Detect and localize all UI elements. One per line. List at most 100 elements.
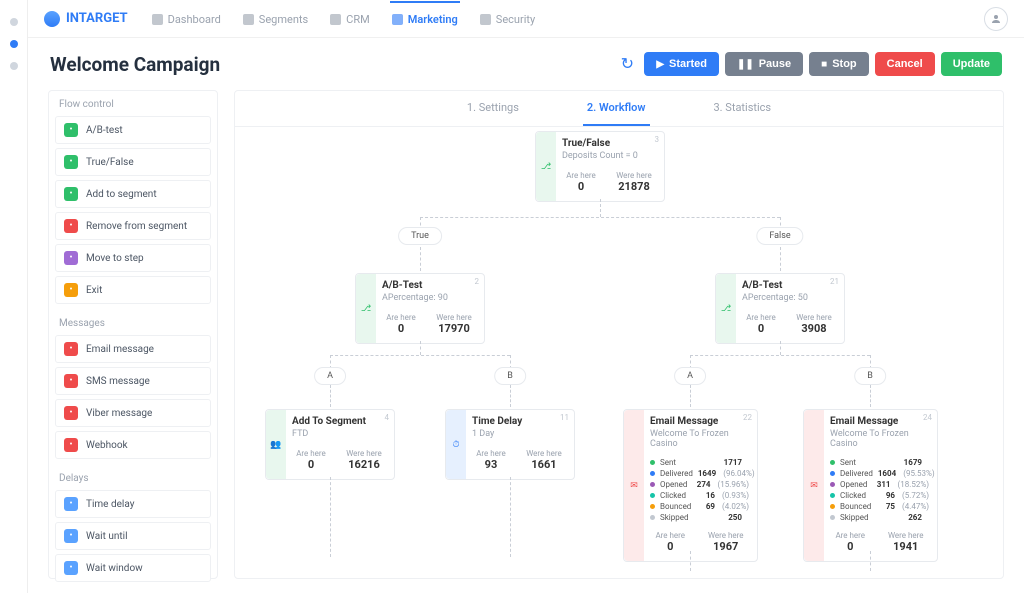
pause-button[interactable]: ❚❚Pause — [725, 52, 803, 76]
metric-dot-icon — [650, 515, 655, 520]
node-email_b[interactable]: ✉24Email MessageWelcome To Frozen Casino… — [803, 409, 938, 562]
tool-waitwindow[interactable]: •Wait window — [55, 554, 211, 582]
stat-value: 17970 — [436, 322, 472, 335]
logo[interactable]: INTARGET — [44, 11, 128, 27]
security-icon — [480, 14, 491, 25]
metric-name: Sent — [840, 458, 856, 467]
stat-value: 0 — [386, 322, 416, 335]
nav-item-marketing[interactable]: Marketing — [390, 1, 460, 36]
tool-email[interactable]: •Email message — [55, 335, 211, 363]
node-delay[interactable]: ⏱11Time Delay1 DayAre here93Were here166… — [445, 409, 575, 480]
play-icon: ▶ — [656, 59, 664, 70]
page-title: Welcome Campaign — [50, 53, 220, 76]
tool-viber[interactable]: •Viber message — [55, 399, 211, 427]
tool-webhook[interactable]: • Webhook — [55, 431, 211, 459]
tool-movestep[interactable]: •Move to step — [55, 244, 211, 272]
nav-item-segments[interactable]: Segments — [241, 1, 310, 36]
metric-name: Opened — [840, 480, 867, 489]
rail-icon[interactable] — [10, 62, 18, 70]
metric-name: Skipped — [840, 513, 869, 522]
stat-value: 0 — [655, 540, 685, 553]
metric-value: 69 — [706, 502, 715, 511]
metric-name: Clicked — [660, 491, 686, 500]
stop-button[interactable]: ■Stop — [809, 52, 869, 76]
metric-row: Sent1679 — [830, 457, 929, 468]
metric-value: 75 — [886, 502, 895, 511]
waitwindow-icon: • — [64, 561, 78, 575]
metric-name: Skipped — [660, 513, 689, 522]
metric-row: Delivered1649(96.04%) — [650, 468, 749, 479]
tool-exit[interactable]: •Exit — [55, 276, 211, 304]
tab-settings[interactable]: 1. Settings — [463, 91, 523, 126]
tool-label: Webhook — [86, 440, 128, 451]
nav-item-crm[interactable]: CRM — [328, 1, 372, 36]
metric-value: 250 — [728, 513, 742, 522]
workflow-canvas[interactable]: ⎇3True/FalseDeposits Count = 0Are here0W… — [235, 127, 1003, 578]
tool-abtest[interactable]: •A/B-test — [55, 116, 211, 144]
node-strip-icon: ✉ — [624, 410, 644, 561]
node-email_a[interactable]: ✉22Email MessageWelcome To Frozen Casino… — [623, 409, 758, 562]
nav-label: Dashboard — [168, 13, 221, 26]
waituntil-icon: • — [64, 529, 78, 543]
nav-label: Security — [496, 13, 535, 26]
metric-value: 1604 — [878, 469, 896, 478]
stat-value: 0 — [746, 322, 776, 335]
metric-dot-icon — [830, 515, 835, 520]
metric-row: Opened 311 (18.52%) — [830, 479, 929, 490]
nav-item-dashboard[interactable]: Dashboard — [150, 1, 223, 36]
tool-addseg[interactable]: •Add to segment — [55, 180, 211, 208]
webhook-icon: • — [64, 438, 78, 452]
metric-name: Opened — [660, 480, 687, 489]
node-id: 2 — [475, 277, 480, 286]
metric-pct: (18.52%) — [898, 480, 929, 489]
messages-section-label: Messages — [49, 310, 217, 335]
tab-statistics[interactable]: 3. Statistics — [710, 91, 776, 126]
tool-waituntil[interactable]: •Wait until — [55, 522, 211, 550]
started-button[interactable]: ▶Started — [644, 52, 719, 76]
cancel-button[interactable]: Cancel — [875, 52, 935, 76]
pill-a-right: A — [674, 367, 706, 385]
stat-value: 93 — [476, 458, 506, 471]
node-subtitle: APercentage: 50 — [742, 293, 836, 303]
brand-text: INTARGET — [66, 11, 128, 26]
node-root[interactable]: ⎇3True/FalseDeposits Count = 0Are here0W… — [535, 131, 665, 202]
tool-remseg[interactable]: •Remove from segment — [55, 212, 211, 240]
metric-name: Delivered — [840, 469, 873, 478]
node-ab_right[interactable]: ⎇21A/B-TestAPercentage: 50Are here0Were … — [715, 273, 845, 344]
rail-icon-active[interactable] — [10, 40, 18, 48]
pill-b-right: B — [854, 367, 886, 385]
metric-name: Bounced — [840, 502, 871, 511]
metric-value: 311 — [877, 480, 891, 489]
stat-label: Are here — [835, 531, 865, 540]
nav-item-security[interactable]: Security — [478, 1, 537, 36]
node-title: A/B-Test — [382, 280, 476, 291]
node-title: Time Delay — [472, 416, 566, 427]
stat-label: Are here — [386, 313, 416, 322]
node-addseg[interactable]: 👥4Add To SegmentFTDAre here0Were here162… — [265, 409, 395, 480]
tool-label: Add to segment — [86, 189, 157, 200]
node-title: A/B-Test — [742, 280, 836, 291]
node-title: Email Message — [650, 416, 749, 427]
tool-sms[interactable]: •SMS message — [55, 367, 211, 395]
nav-label: Marketing — [408, 13, 458, 26]
node-ab_left[interactable]: ⎇2A/B-TestAPercentage: 90Are here0Were h… — [355, 273, 485, 344]
refresh-button[interactable]: ↻ — [616, 53, 638, 75]
tool-timedelay[interactable]: •Time delay — [55, 490, 211, 518]
update-button[interactable]: Update — [941, 52, 1002, 76]
metric-dot-icon — [830, 493, 835, 498]
metric-dot-icon — [830, 471, 835, 476]
avatar[interactable] — [984, 7, 1008, 31]
metric-name: Sent — [660, 458, 676, 467]
rail-icon[interactable] — [10, 18, 18, 26]
tab-workflow[interactable]: 2. Workflow — [583, 91, 650, 126]
stat-value: 21878 — [616, 180, 652, 193]
workflow-card: 1. Settings 2. Workflow 3. Statistics ⎇3Tr… — [234, 90, 1004, 579]
remseg-icon: • — [64, 219, 78, 233]
node-id: 24 — [923, 413, 932, 422]
node-subtitle: Welcome To Frozen Casino — [830, 429, 929, 449]
node-id: 22 — [743, 413, 752, 422]
stat-value: 1941 — [888, 540, 924, 553]
tool-truefalse[interactable]: •True/False — [55, 148, 211, 176]
metric-dot-icon — [650, 504, 655, 509]
movestep-icon: • — [64, 251, 78, 265]
